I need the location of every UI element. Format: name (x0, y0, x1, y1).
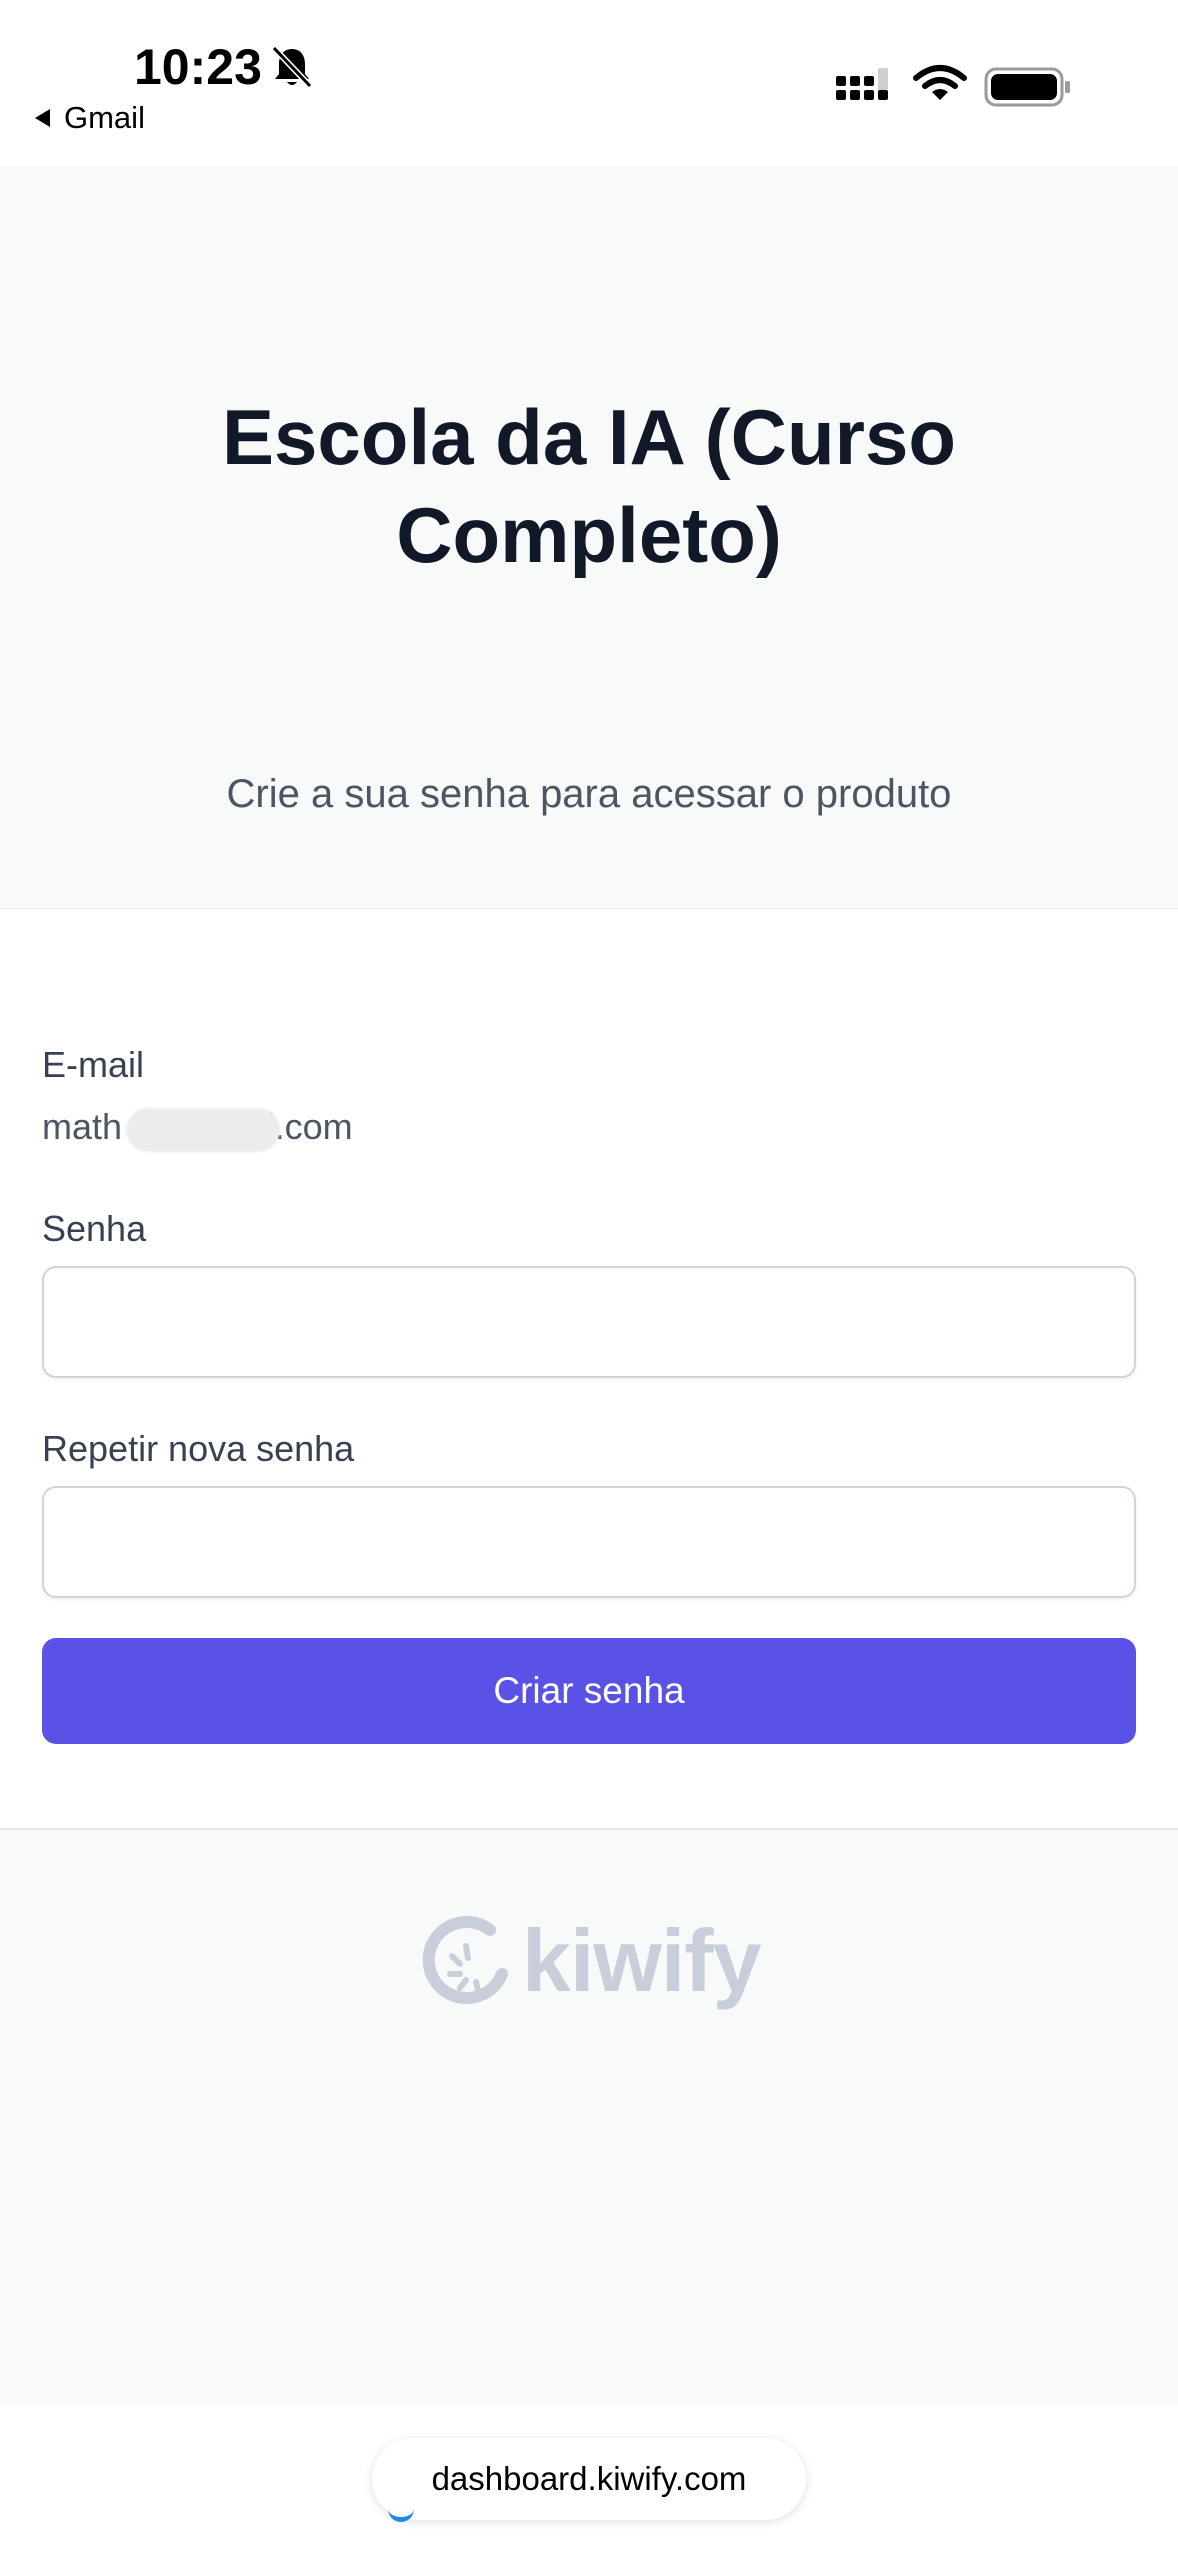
email-label: E-mail (42, 1044, 145, 1085)
email-redaction (126, 1108, 280, 1152)
password-input[interactable] (42, 1266, 1136, 1378)
create-password-button[interactable]: Criar senha (42, 1638, 1136, 1744)
url-text: dashboard.kiwify.com (431, 2460, 747, 2497)
back-app-label: Gmail (64, 100, 145, 135)
back-to-app-button[interactable]: Gmail (32, 100, 145, 136)
status-time: 10:23 (134, 39, 262, 95)
url-bar[interactable]: dashboard.kiwify.com (372, 2438, 806, 2520)
kiwify-logo: kiwify (416, 1906, 762, 2016)
kiwify-mark-icon (422, 1916, 508, 2004)
repeat-password-label: Repetir nova senha (42, 1428, 355, 1469)
wifi-icon (913, 65, 967, 100)
page-title: Escola da IA (Curso Completo) (222, 393, 956, 579)
signal-icon (836, 68, 888, 100)
password-label: Senha (42, 1208, 147, 1249)
back-arrow-icon (35, 109, 50, 127)
bell-slash-icon (271, 45, 313, 89)
status-bar: 10:23 Gmail (0, 0, 1178, 166)
kiwify-wordmark: kiwify (522, 1911, 762, 2010)
repeat-password-input[interactable] (42, 1486, 1136, 1598)
battery-icon (984, 67, 1070, 107)
page-subtitle: Crie a sua senha para acessar o produto (226, 772, 952, 816)
